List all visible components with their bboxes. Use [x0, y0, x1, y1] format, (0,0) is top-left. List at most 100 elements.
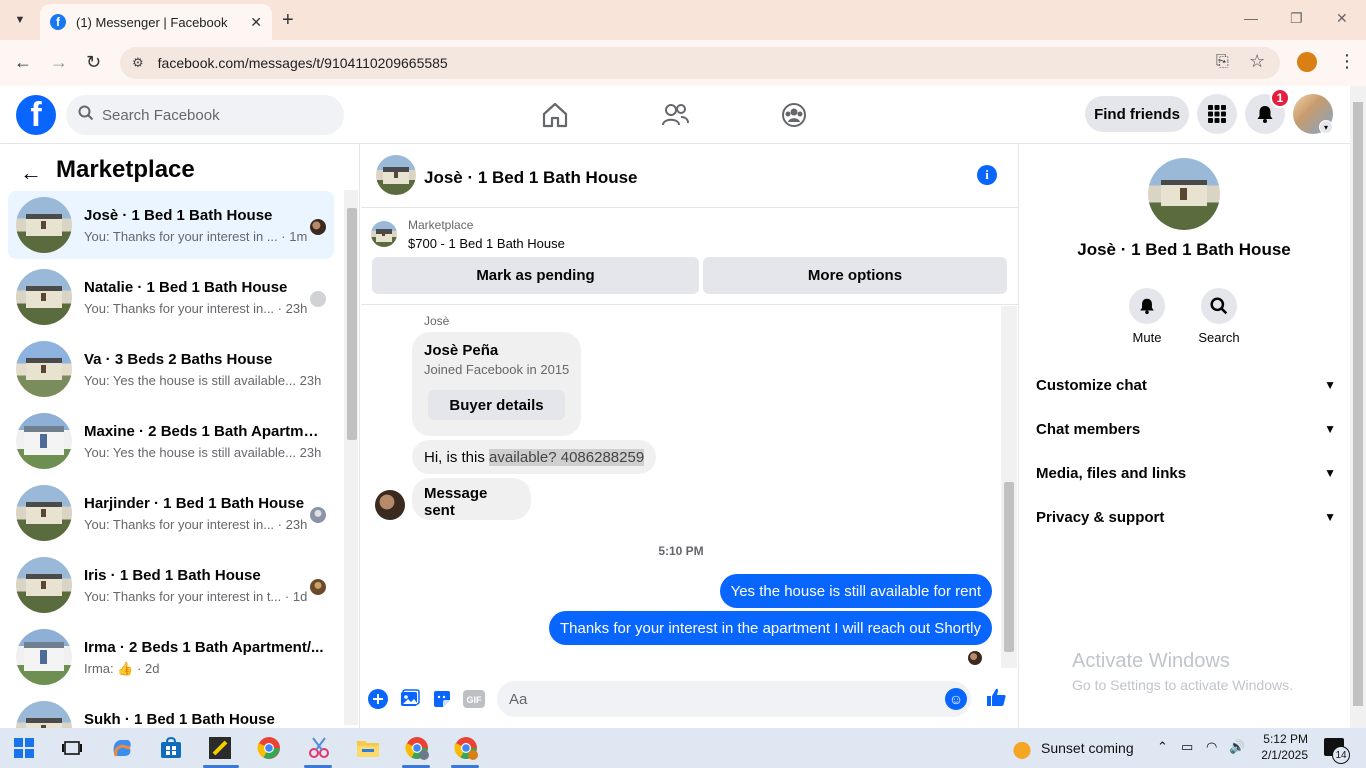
- minimize-icon[interactable]: —: [1244, 10, 1258, 26]
- details-name: Josè · 1 Bed 1 Bath House: [1077, 240, 1291, 259]
- mark-as-pending-button[interactable]: Mark as pending: [372, 257, 699, 294]
- facebook-favicon-icon: f: [50, 14, 66, 30]
- sticker-icon[interactable]: [431, 688, 453, 710]
- battery-icon[interactable]: ▭: [1181, 739, 1193, 755]
- weather-text[interactable]: Sunset coming: [1041, 740, 1134, 756]
- reload-icon[interactable]: ↻: [86, 52, 101, 73]
- file-explorer-icon[interactable]: [354, 734, 382, 762]
- message-input[interactable]: [509, 681, 929, 717]
- volume-icon[interactable]: 🔊: [1229, 739, 1245, 755]
- chrome-icon[interactable]: [255, 734, 283, 762]
- thumbs-up-icon[interactable]: [985, 686, 1007, 708]
- plus-circle-icon[interactable]: [367, 688, 389, 710]
- outgoing-message[interactable]: Yes the house is still available for ren…: [719, 574, 992, 608]
- chat-title[interactable]: Josè · 1 Bed 1 Bath House: [424, 168, 638, 188]
- privacy-support-section[interactable]: Privacy & support ▼: [1036, 497, 1336, 537]
- buyer-info-card: Josè Peña Joined Facebook in 2015 Buyer …: [412, 332, 581, 436]
- listing-price[interactable]: $700 - 1 Bed 1 Bath House: [408, 236, 565, 251]
- back-arrow-icon[interactable]: ←: [20, 160, 42, 186]
- sender-label: Josè: [424, 314, 450, 328]
- search-conversation-button[interactable]: Search: [1189, 288, 1249, 345]
- snipping-tool-icon[interactable]: [305, 734, 333, 762]
- conversation-item[interactable]: Harjinder · 1 Bed 1 Bath House You: Than…: [8, 479, 334, 547]
- tab-list-button[interactable]: ▼: [8, 8, 32, 32]
- tab-close-icon[interactable]: ✕: [250, 14, 262, 31]
- chevron-down-icon: ▼: [1324, 466, 1336, 480]
- message-timestamp: 5:10 PM: [658, 544, 704, 558]
- copilot-icon[interactable]: [108, 734, 136, 762]
- wifi-icon[interactable]: ◠: [1206, 739, 1217, 755]
- outgoing-message[interactable]: Thanks for your interest in the apartmen…: [548, 611, 992, 645]
- gif-icon[interactable]: GIF: [463, 688, 485, 710]
- sticky-notes-icon[interactable]: [206, 734, 234, 762]
- browser-menu-icon[interactable]: ⋮: [1338, 51, 1356, 72]
- clock-date[interactable]: 2/1/2025: [1256, 748, 1308, 762]
- conversation-name: Va · 3 Beds 2 Baths House: [84, 351, 273, 368]
- listing-thumbnail: [16, 341, 72, 397]
- menu-grid-icon[interactable]: [1197, 94, 1237, 134]
- find-friends-button[interactable]: Find friends: [1085, 96, 1189, 132]
- search-input[interactable]: [102, 106, 322, 124]
- home-icon[interactable]: [540, 100, 570, 130]
- friends-icon[interactable]: [660, 100, 690, 130]
- show-hidden-icons-icon[interactable]: ⌃: [1157, 739, 1168, 755]
- chevron-down-icon: ▼: [1324, 510, 1336, 524]
- forward-icon[interactable]: →: [50, 52, 68, 73]
- address-bar[interactable]: ⚙ facebook.com/messages/t/91041102096655…: [120, 47, 1280, 79]
- new-tab-icon[interactable]: +: [282, 8, 294, 32]
- incoming-message[interactable]: Hi, is this available? 4086288259: [412, 440, 657, 474]
- message-text: Hi, is this: [424, 448, 490, 466]
- search-icon: [78, 105, 94, 125]
- section-label: Privacy & support: [1036, 508, 1165, 526]
- conversation-item[interactable]: Sukh · 1 Bed 1 Bath House: [8, 695, 334, 728]
- media-files-links-section[interactable]: Media, files and links ▼: [1036, 453, 1336, 493]
- bookmark-star-icon[interactable]: ☆: [1249, 51, 1265, 72]
- conversation-name: Josè · 1 Bed 1 Bath House: [84, 207, 273, 224]
- url-text[interactable]: facebook.com/messages/t/9104110209665585: [158, 55, 448, 71]
- conversation-item[interactable]: Maxine · 2 Beds 1 Bath Apartme... You: Y…: [8, 407, 334, 475]
- chat-scroll-thumb[interactable]: [1004, 482, 1014, 652]
- groups-icon[interactable]: [779, 100, 809, 130]
- conversation-item[interactable]: Irma · 2 Beds 1 Bath Apartment/... Irma:…: [8, 623, 334, 691]
- emoji-icon[interactable]: ☺: [945, 688, 967, 710]
- install-app-icon[interactable]: ⎘: [1216, 53, 1229, 71]
- restore-icon[interactable]: ❐: [1290, 10, 1303, 27]
- photo-icon[interactable]: [399, 688, 421, 710]
- back-icon[interactable]: ←: [14, 52, 32, 73]
- listing-thumbnail[interactable]: [371, 221, 397, 247]
- mute-label: Mute: [1132, 330, 1162, 345]
- conversation-item[interactable]: Natalie · 1 Bed 1 Bath House You: Thanks…: [8, 263, 334, 331]
- window-close-icon[interactable]: ✕: [1336, 10, 1348, 27]
- chat-members-section[interactable]: Chat members ▼: [1036, 409, 1336, 449]
- clock-time[interactable]: 5:12 PM: [1260, 732, 1308, 746]
- details-avatar[interactable]: [1148, 158, 1220, 230]
- mute-button[interactable]: Mute: [1117, 288, 1177, 345]
- conversation-info-icon[interactable]: i: [977, 165, 997, 185]
- conversation-item[interactable]: Josè · 1 Bed 1 Bath House You: Thanks fo…: [8, 191, 334, 259]
- facebook-search[interactable]: [66, 95, 344, 135]
- sender-avatar[interactable]: [375, 490, 405, 520]
- microsoft-store-icon[interactable]: [157, 734, 185, 762]
- chat-avatar[interactable]: [376, 155, 416, 195]
- conversation-item[interactable]: Va · 3 Beds 2 Baths House You: Yes the h…: [8, 335, 334, 403]
- site-info-icon[interactable]: ⚙: [132, 55, 144, 71]
- chrome-profile-2-icon[interactable]: [452, 734, 480, 762]
- chrome-profile-icon[interactable]: [403, 734, 431, 762]
- page-scroll-thumb[interactable]: [1353, 102, 1363, 706]
- conversation-item[interactable]: Iris · 1 Bed 1 Bath House You: Thanks fo…: [8, 551, 334, 619]
- browser-profile-icon[interactable]: [1297, 52, 1317, 72]
- account-chevron-down-icon[interactable]: ▾: [1319, 120, 1333, 134]
- facebook-logo-icon[interactable]: f: [16, 95, 56, 135]
- conversation-list-scroll-thumb[interactable]: [347, 208, 357, 440]
- page-title: Marketplace: [56, 156, 195, 183]
- windows-start-icon[interactable]: [10, 734, 38, 762]
- search-icon: [1201, 288, 1237, 324]
- weather-sunset-icon[interactable]: [1010, 736, 1034, 760]
- more-options-button[interactable]: More options: [703, 257, 1007, 294]
- customize-chat-section[interactable]: Customize chat ▼: [1036, 365, 1336, 405]
- listing-bar: Marketplace $700 - 1 Bed 1 Bath House Ma…: [361, 209, 1019, 305]
- browser-tab-messenger[interactable]: f (1) Messenger | Facebook ✕: [40, 4, 272, 40]
- task-view-icon[interactable]: [58, 734, 86, 762]
- buyer-details-button[interactable]: Buyer details: [428, 390, 565, 420]
- incoming-message[interactable]: Message sent: [412, 478, 531, 520]
